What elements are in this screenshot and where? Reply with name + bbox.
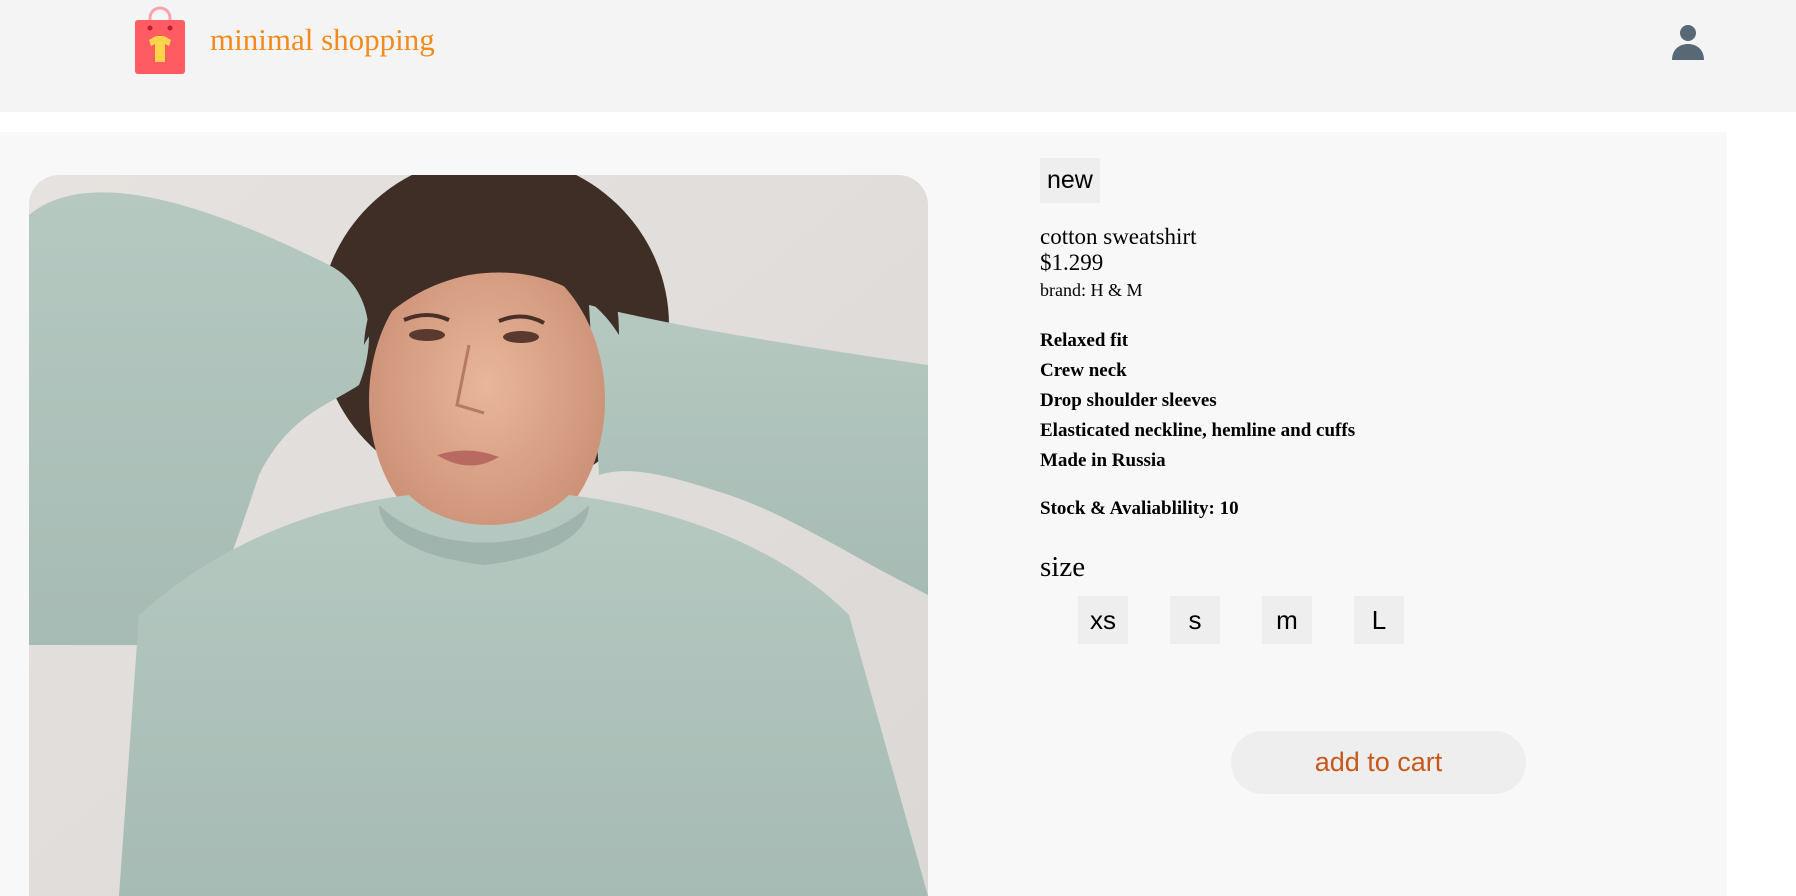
add-to-cart-button[interactable]: add to cart bbox=[1231, 731, 1526, 794]
new-badge: new bbox=[1040, 158, 1100, 203]
size-option-s[interactable]: s bbox=[1170, 596, 1220, 644]
size-option-m[interactable]: m bbox=[1262, 596, 1312, 644]
feature-item: Crew neck bbox=[1040, 360, 1127, 381]
sweatshirt-model-image bbox=[29, 175, 928, 896]
size-title: size bbox=[1040, 551, 1086, 583]
shopping-bag-logo-icon[interactable] bbox=[134, 6, 186, 74]
feature-item: Drop shoulder sleeves bbox=[1040, 390, 1217, 411]
product-photo bbox=[29, 175, 928, 896]
product-name: cotton sweatshirt bbox=[1040, 224, 1197, 249]
site-header: minimal shopping bbox=[0, 0, 1796, 112]
user-icon[interactable] bbox=[1668, 22, 1708, 62]
product-brand: brand: H & M bbox=[1040, 280, 1143, 300]
feature-list: Relaxed fit Crew neck Drop shoulder slee… bbox=[1040, 326, 1355, 476]
feature-item: Made in Russia bbox=[1040, 450, 1166, 471]
size-option-l[interactable]: L bbox=[1354, 596, 1404, 644]
product-price: $1.299 bbox=[1040, 250, 1104, 275]
feature-item: Elasticated neckline, hemline and cuffs bbox=[1040, 420, 1356, 441]
stock-availability: Stock & Avaliablility: 10 bbox=[1040, 498, 1239, 519]
size-options: xs s m L bbox=[1078, 596, 1404, 644]
product-details: new cotton sweatshirt $1.299 brand: H & … bbox=[1040, 132, 1680, 896]
site-name[interactable]: minimal shopping bbox=[210, 22, 435, 58]
feature-item: Relaxed fit bbox=[1040, 330, 1129, 351]
size-option-xs[interactable]: xs bbox=[1078, 596, 1128, 644]
product-panel: new cotton sweatshirt $1.299 brand: H & … bbox=[0, 132, 1727, 896]
